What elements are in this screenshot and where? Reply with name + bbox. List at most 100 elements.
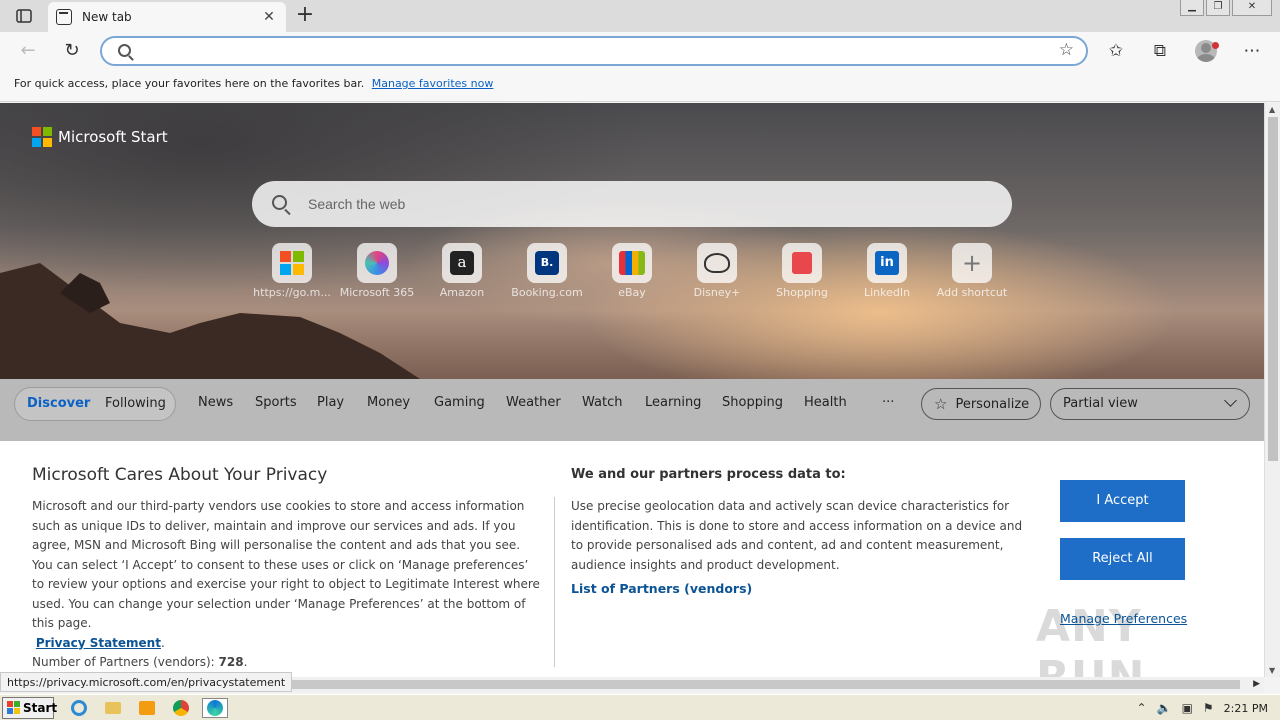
- booking-icon: B.: [535, 251, 559, 275]
- close-window-button[interactable]: ✕: [1232, 0, 1272, 16]
- profile-notification-badge: [1212, 42, 1219, 49]
- shortcut-booking[interactable]: B. Booking.com: [505, 243, 589, 299]
- taskbar-chrome[interactable]: [168, 698, 194, 718]
- search-icon: [118, 44, 131, 57]
- tab-title: New tab: [82, 10, 132, 24]
- shortcut-label: Microsoft 365: [339, 286, 415, 299]
- shortcut-label: https://go.m...: [253, 286, 331, 299]
- chevron-down-icon: [1224, 394, 1237, 407]
- favorites-bar-message: For quick access, place your favorites h…: [14, 77, 365, 90]
- shortcut-shopping[interactable]: Shopping: [760, 243, 844, 299]
- manage-favorites-link[interactable]: Manage favorites now: [372, 77, 494, 90]
- brand-text: Microsoft Start: [58, 128, 168, 146]
- add-favorite-icon[interactable]: ☆: [1059, 40, 1074, 60]
- shortcut-amazon[interactable]: a Amazon: [420, 243, 504, 299]
- favorites-icon[interactable]: ✩: [1102, 38, 1130, 64]
- refresh-button[interactable]: ↻: [58, 38, 86, 64]
- shortcut-label: Add shortcut: [936, 286, 1008, 299]
- ebay-icon: [619, 251, 645, 275]
- volume-icon[interactable]: 🔈: [1157, 701, 1172, 715]
- collections-icon[interactable]: ⧉: [1146, 38, 1174, 64]
- edge-icon: [207, 700, 223, 716]
- scroll-up-icon[interactable]: ▲: [1269, 105, 1275, 114]
- tab-close-icon[interactable]: ✕: [260, 9, 278, 25]
- shortcut-tiles: https://go.m... Microsoft 365 a Amazon B…: [250, 243, 1020, 303]
- plus-icon: +: [961, 249, 983, 277]
- tab-health[interactable]: Health: [804, 395, 847, 410]
- tab-gaming[interactable]: Gaming: [434, 395, 485, 410]
- scroll-down-icon[interactable]: ▼: [1269, 666, 1275, 675]
- privacy-text: Microsoft and our third-party vendors us…: [32, 499, 540, 630]
- system-tray: ⌃ 🔈 ▣ ⚑ 2:21 PM: [1125, 697, 1280, 719]
- disney-icon: [704, 253, 730, 273]
- web-search-box[interactable]: [252, 181, 1012, 227]
- start-button[interactable]: Start: [2, 697, 57, 719]
- shortcut-ebay[interactable]: eBay: [590, 243, 674, 299]
- data-processing-title: We and our partners process data to:: [571, 467, 846, 482]
- vertical-scroll-thumb[interactable]: [1268, 117, 1278, 461]
- shortcut-linkedin[interactable]: in LinkedIn: [845, 243, 929, 299]
- shortcut-add[interactable]: + Add shortcut: [930, 243, 1014, 299]
- data-processing-body: Use precise geolocation data and activel…: [571, 499, 1023, 572]
- tab-money[interactable]: Money: [367, 395, 410, 410]
- address-bar[interactable]: ☆: [100, 36, 1088, 66]
- accept-button[interactable]: I Accept: [1060, 480, 1185, 522]
- feed-toggle-pill: Discover Following: [14, 387, 176, 421]
- network-icon[interactable]: ▣: [1182, 701, 1193, 715]
- tab-discover[interactable]: Discover: [27, 396, 90, 411]
- flag-icon[interactable]: ⚑: [1203, 701, 1214, 715]
- shortcut-label: eBay: [618, 286, 646, 299]
- taskbar-file-explorer[interactable]: [100, 698, 126, 718]
- minimize-button[interactable]: ▁: [1180, 0, 1204, 16]
- windows-taskbar: Start ⌃ 🔈 ▣ ⚑ 2:21 PM: [0, 694, 1280, 720]
- view-select-value: Partial view: [1063, 396, 1138, 411]
- tab-learning[interactable]: Learning: [645, 395, 701, 410]
- browser-window: New tab ✕ + ▁ ❐ ✕ ← ↻ ☆ ✩ ⧉ ⋯ For quick …: [0, 0, 1280, 720]
- manage-preferences-link[interactable]: Manage Preferences: [1060, 611, 1187, 626]
- more-categories-button[interactable]: ···: [882, 395, 894, 410]
- window-controls: ▁ ❐ ✕: [1180, 0, 1272, 18]
- new-tab-button[interactable]: +: [292, 4, 318, 28]
- taskbar-media-player[interactable]: [134, 698, 160, 718]
- tab-news[interactable]: News: [198, 395, 233, 410]
- back-button[interactable]: ←: [14, 38, 42, 64]
- more-options-icon[interactable]: ⋯: [1238, 38, 1266, 64]
- shopping-bag-icon: [792, 252, 812, 274]
- restore-button[interactable]: ❐: [1206, 0, 1230, 16]
- web-search-input[interactable]: [308, 193, 988, 215]
- vertical-scrollbar[interactable]: ▲ ▼: [1264, 103, 1280, 677]
- new-tab-page-icon: [56, 9, 72, 25]
- scroll-right-icon[interactable]: ▶: [1253, 679, 1260, 689]
- folder-icon: [105, 702, 121, 714]
- privacy-body: Microsoft and our third-party vendors us…: [32, 499, 540, 669]
- tray-expand-icon[interactable]: ⌃: [1137, 701, 1147, 715]
- clock[interactable]: 2:21 PM: [1224, 702, 1268, 715]
- shortcut-disney[interactable]: Disney+: [675, 243, 759, 299]
- shortcut-go-microsoft[interactable]: https://go.m...: [250, 243, 334, 299]
- privacy-statement-link[interactable]: Privacy Statement: [36, 636, 161, 650]
- privacy-consent-panel: Microsoft Cares About Your Privacy Micro…: [0, 441, 1264, 677]
- view-select[interactable]: Partial view: [1050, 388, 1250, 420]
- reject-all-button[interactable]: Reject All: [1060, 538, 1185, 580]
- shortcut-label: Disney+: [693, 286, 741, 299]
- shortcut-microsoft-365[interactable]: Microsoft 365: [335, 243, 419, 299]
- microsoft-logo-icon: [32, 127, 52, 147]
- taskbar-internet-explorer[interactable]: [66, 698, 92, 718]
- microsoft-start-brand[interactable]: Microsoft Start: [32, 127, 168, 147]
- tab-new-tab[interactable]: New tab ✕: [48, 2, 286, 32]
- tab-weather[interactable]: Weather: [506, 395, 561, 410]
- tab-sports[interactable]: Sports: [255, 395, 297, 410]
- tab-bar: New tab ✕ + ▁ ❐ ✕: [0, 0, 1280, 32]
- linkedin-icon: in: [875, 251, 899, 275]
- shortcut-label: Shopping: [776, 286, 828, 299]
- personalize-button[interactable]: ☆ Personalize: [921, 388, 1041, 420]
- taskbar-edge[interactable]: [202, 698, 228, 718]
- address-input[interactable]: [142, 41, 1022, 61]
- tab-actions-button[interactable]: [8, 4, 40, 28]
- tab-play[interactable]: Play: [317, 395, 344, 410]
- tab-watch[interactable]: Watch: [582, 395, 622, 410]
- list-of-partners-link[interactable]: List of Partners (vendors): [571, 581, 752, 596]
- tab-following[interactable]: Following: [105, 396, 166, 411]
- browser-toolbar: ← ↻ ☆ ✩ ⧉ ⋯: [0, 32, 1280, 70]
- tab-shopping[interactable]: Shopping: [722, 395, 783, 410]
